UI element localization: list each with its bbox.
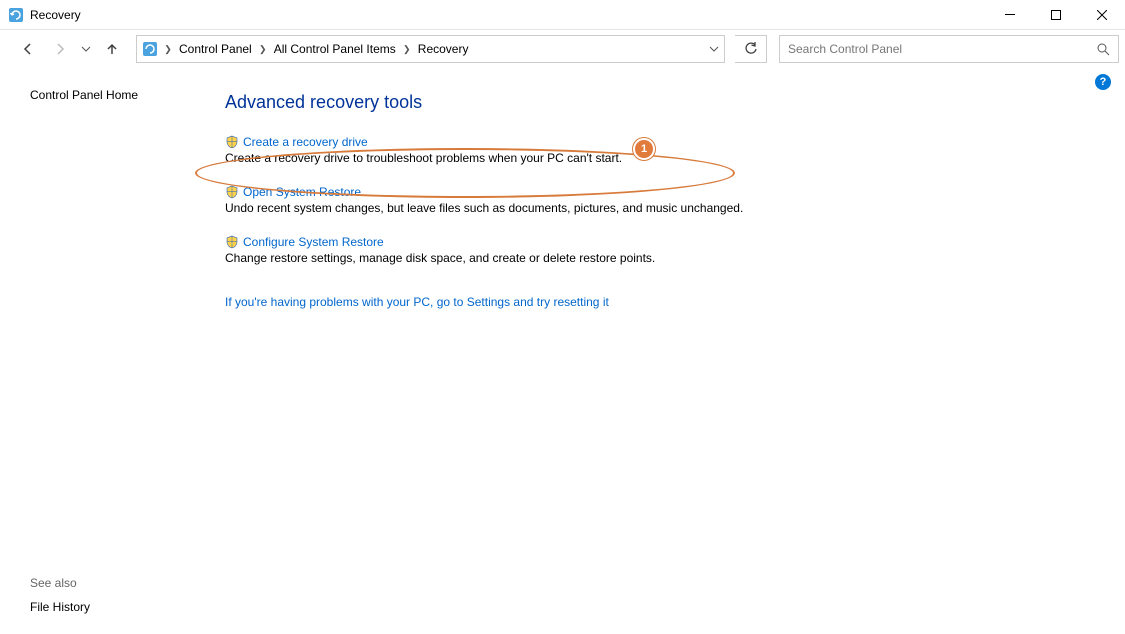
close-button[interactable] <box>1079 0 1125 30</box>
forward-button[interactable] <box>46 35 74 63</box>
breadcrumb: ❯ Control Panel ❯ All Control Panel Item… <box>136 35 725 63</box>
titlebar: Recovery <box>0 0 1125 30</box>
recent-dropdown[interactable] <box>78 35 94 63</box>
tool-configure-system-restore: Configure System Restore Change restore … <box>225 235 1095 265</box>
shield-icon <box>225 235 239 249</box>
tool-desc: Undo recent system changes, but leave fi… <box>225 201 1095 215</box>
chevron-right-icon[interactable]: ❯ <box>256 44 270 55</box>
content: Control Panel Home See also File History… <box>0 68 1125 634</box>
shield-icon <box>225 135 239 149</box>
sidebar: Control Panel Home See also File History <box>0 68 205 634</box>
window-controls <box>987 0 1125 30</box>
chevron-right-icon[interactable]: ❯ <box>400 44 414 55</box>
search-icon[interactable] <box>1088 42 1118 56</box>
see-also-label: See also <box>30 576 205 590</box>
breadcrumb-icon[interactable] <box>139 41 161 57</box>
control-panel-home-link[interactable]: Control Panel Home <box>30 88 205 102</box>
window-title: Recovery <box>30 8 81 22</box>
help-button[interactable]: ? <box>1095 74 1111 90</box>
tool-open-system-restore: Open System Restore Undo recent system c… <box>225 185 1095 215</box>
tool-desc: Change restore settings, manage disk spa… <box>225 251 1095 265</box>
tool-link-label: Create a recovery drive <box>243 135 368 149</box>
breadcrumb-item[interactable]: Recovery <box>414 36 473 62</box>
back-button[interactable] <box>14 35 42 63</box>
search-box <box>779 35 1119 63</box>
tool-link-label: Configure System Restore <box>243 235 384 249</box>
file-history-link[interactable]: File History <box>30 600 90 614</box>
app-icon <box>8 7 24 23</box>
chevron-right-icon[interactable]: ❯ <box>161 44 175 55</box>
navbar: ❯ Control Panel ❯ All Control Panel Item… <box>0 30 1125 68</box>
shield-icon <box>225 185 239 199</box>
see-also: See also File History <box>30 576 205 614</box>
main: ? Advanced recovery tools Create a recov… <box>205 68 1125 634</box>
create-recovery-drive-link[interactable]: Create a recovery drive <box>225 135 1095 149</box>
annotation-badge: 1 <box>633 138 655 160</box>
page-title: Advanced recovery tools <box>225 92 1095 113</box>
open-system-restore-link[interactable]: Open System Restore <box>225 185 1095 199</box>
tool-create-recovery-drive: Create a recovery drive Create a recover… <box>225 135 1095 165</box>
reset-pc-link[interactable]: If you're having problems with your PC, … <box>225 295 609 309</box>
search-input[interactable] <box>780 36 1088 62</box>
configure-system-restore-link[interactable]: Configure System Restore <box>225 235 1095 249</box>
up-button[interactable] <box>98 35 126 63</box>
tool-link-label: Open System Restore <box>243 185 361 199</box>
breadcrumb-dropdown[interactable] <box>704 44 724 54</box>
breadcrumb-item[interactable]: All Control Panel Items <box>270 36 400 62</box>
minimize-button[interactable] <box>987 0 1033 30</box>
maximize-button[interactable] <box>1033 0 1079 30</box>
tool-desc: Create a recovery drive to troubleshoot … <box>225 151 1095 165</box>
breadcrumb-item[interactable]: Control Panel <box>175 36 256 62</box>
refresh-button[interactable] <box>735 35 767 63</box>
